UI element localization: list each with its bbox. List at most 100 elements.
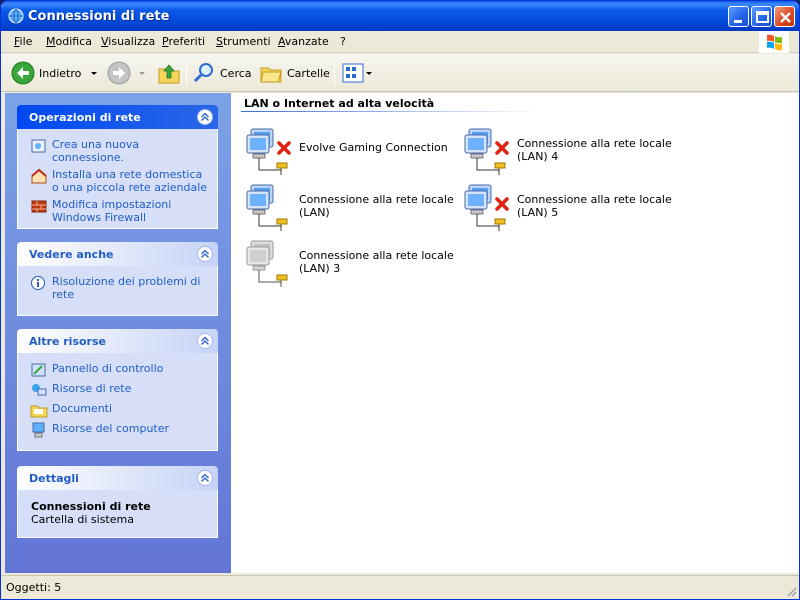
menu-avanzate[interactable]: Avanzate	[278, 35, 329, 48]
place-documents[interactable]: Documenti	[30, 402, 209, 418]
place-control-panel[interactable]: Pannello di controllo	[30, 362, 209, 378]
close-icon	[780, 12, 791, 23]
network-tasks-header[interactable]: Operazioni di rete	[17, 105, 218, 129]
task-create-connection[interactable]: Crea una nuova connessione.	[30, 138, 209, 164]
menu-file[interactable]: File	[14, 35, 32, 48]
resize-grip-icon[interactable]	[785, 585, 797, 597]
back-button[interactable]: Indietro	[11, 60, 101, 86]
connection-label: Evolve Gaming Connection	[299, 141, 448, 154]
details-type: Cartella di sistema	[31, 513, 134, 526]
other-places-body: Pannello di controllo Risorse di rete Do…	[17, 353, 218, 451]
up-folder-button[interactable]	[157, 60, 181, 86]
toolbar-separator	[186, 60, 187, 86]
connection-label: Connessione alla rete locale (LAN)	[299, 193, 454, 219]
place-my-computer[interactable]: Risorse del computer	[30, 422, 209, 438]
network-connection-disabled-icon	[246, 240, 288, 287]
network-connections-icon	[8, 8, 24, 24]
forward-arrow-icon	[107, 61, 131, 85]
other-places-panel: Altre risorse Pannello di controllo Riso…	[17, 329, 218, 451]
task-troubleshoot[interactable]: Risoluzione dei problemi di rete	[30, 275, 209, 301]
firewall-icon	[31, 200, 47, 213]
home-network-icon	[31, 168, 47, 184]
close-button[interactable]	[774, 6, 795, 27]
other-places-header[interactable]: Altre risorse	[17, 329, 218, 353]
window-title: Connessioni di rete	[28, 9, 170, 24]
menu-preferiti[interactable]: Preferiti	[162, 35, 205, 48]
network-tasks-panel: Operazioni di rete Crea una nuova connes…	[17, 105, 218, 229]
collapse-icon[interactable]	[197, 470, 213, 486]
task-label: Crea una nuova connessione.	[52, 138, 140, 164]
network-places-icon	[32, 384, 47, 396]
place-label: Risorse del computer	[52, 422, 170, 435]
menu-modifica[interactable]: Modifica	[46, 35, 92, 48]
folder-up-icon	[158, 64, 180, 84]
back-arrow-icon	[11, 61, 35, 85]
disconnected-x-icon	[495, 141, 509, 155]
new-connection-icon	[31, 139, 46, 153]
collapse-icon[interactable]	[197, 333, 213, 349]
other-places-title: Altre risorse	[29, 335, 106, 348]
connection-label: Connessione alla rete locale (LAN) 4	[517, 137, 672, 163]
connection-item-2[interactable]: Connessione alla rete locale (LAN)	[245, 183, 455, 233]
folders-button[interactable]: Cartelle	[259, 60, 330, 86]
network-tasks-body: Crea una nuova connessione. Installa una…	[17, 129, 218, 229]
see-also-panel: Vedere anche Risoluzione dei problemi di…	[17, 242, 218, 316]
window: Connessioni di rete File Modifica Visual…	[0, 0, 800, 600]
place-network-places[interactable]: Risorse di rete	[30, 382, 209, 398]
menu-help[interactable]: ?	[340, 35, 346, 48]
group-divider	[241, 111, 541, 112]
see-also-title: Vedere anche	[29, 248, 114, 261]
details-panel: Dettagli Connessioni di rete Cartella di…	[17, 466, 218, 538]
search-icon	[193, 63, 213, 83]
my-computer-icon	[32, 422, 45, 438]
connection-label: Connessione alla rete locale (LAN) 5	[517, 193, 672, 219]
connection-item-0[interactable]: Evolve Gaming Connection	[245, 127, 455, 177]
collapse-icon[interactable]	[197, 246, 213, 262]
menu-bar: File Modifica Visualizza Preferiti Strum…	[1, 31, 799, 53]
task-pane: Operazioni di rete Crea una nuova connes…	[5, 93, 231, 573]
windows-logo-icon	[759, 31, 789, 53]
connection-label: Connessione alla rete locale (LAN) 3	[299, 249, 454, 275]
back-dropdown-icon[interactable]	[87, 61, 101, 85]
back-label: Indietro	[39, 66, 82, 80]
details-title: Dettagli	[29, 472, 79, 485]
title-bar[interactable]: Connessioni di rete	[1, 1, 799, 31]
see-also-body: Risoluzione dei problemi di rete	[17, 266, 218, 316]
maximize-button[interactable]	[751, 6, 772, 27]
place-label: Pannello di controllo	[52, 362, 164, 375]
connection-item-4[interactable]: Connessione alla rete locale (LAN) 3	[245, 239, 455, 289]
documents-folder-icon	[30, 405, 48, 418]
minimize-icon	[734, 20, 742, 23]
views-button[interactable]	[341, 60, 375, 86]
search-button[interactable]: Cerca	[192, 60, 252, 86]
details-header[interactable]: Dettagli	[17, 466, 218, 490]
toolbar-separator	[334, 60, 335, 86]
connection-item-1[interactable]: Connessione alla rete locale (LAN) 4	[463, 127, 673, 177]
task-home-network[interactable]: Installa una rete domestica o una piccol…	[30, 168, 209, 194]
forward-dropdown-icon[interactable]	[135, 61, 149, 85]
network-connection-icon	[464, 184, 509, 231]
control-panel-icon	[31, 363, 46, 377]
views-icon	[342, 63, 372, 83]
task-firewall-settings[interactable]: Modifica impostazioni Windows Firewall	[30, 198, 209, 224]
place-label: Risorse di rete	[52, 382, 132, 395]
task-label: Risoluzione dei problemi di rete	[52, 275, 201, 301]
status-bar: Oggetti: 5	[1, 575, 799, 599]
forward-button[interactable]	[107, 60, 149, 86]
see-also-header[interactable]: Vedere anche	[17, 242, 218, 266]
place-label: Documenti	[52, 402, 113, 415]
folders-label: Cartelle	[287, 66, 330, 80]
minimize-button[interactable]	[728, 6, 749, 27]
collapse-icon[interactable]	[197, 109, 213, 125]
task-label: Modifica impostazioni Windows Firewall	[52, 198, 172, 224]
network-connection-icon	[246, 184, 288, 231]
details-body: Connessioni di rete Cartella di sistema	[17, 490, 218, 538]
disconnected-x-icon	[277, 141, 291, 155]
menu-visualizza[interactable]: Visualizza	[101, 35, 155, 48]
maximize-icon	[756, 11, 769, 23]
menu-strumenti[interactable]: Strumenti	[216, 35, 271, 48]
task-label: Installa una rete domestica o una piccol…	[52, 168, 208, 194]
details-name: Connessioni di rete	[31, 500, 151, 513]
connection-item-3[interactable]: Connessione alla rete locale (LAN) 5	[463, 183, 673, 233]
disconnected-x-icon	[495, 197, 509, 211]
